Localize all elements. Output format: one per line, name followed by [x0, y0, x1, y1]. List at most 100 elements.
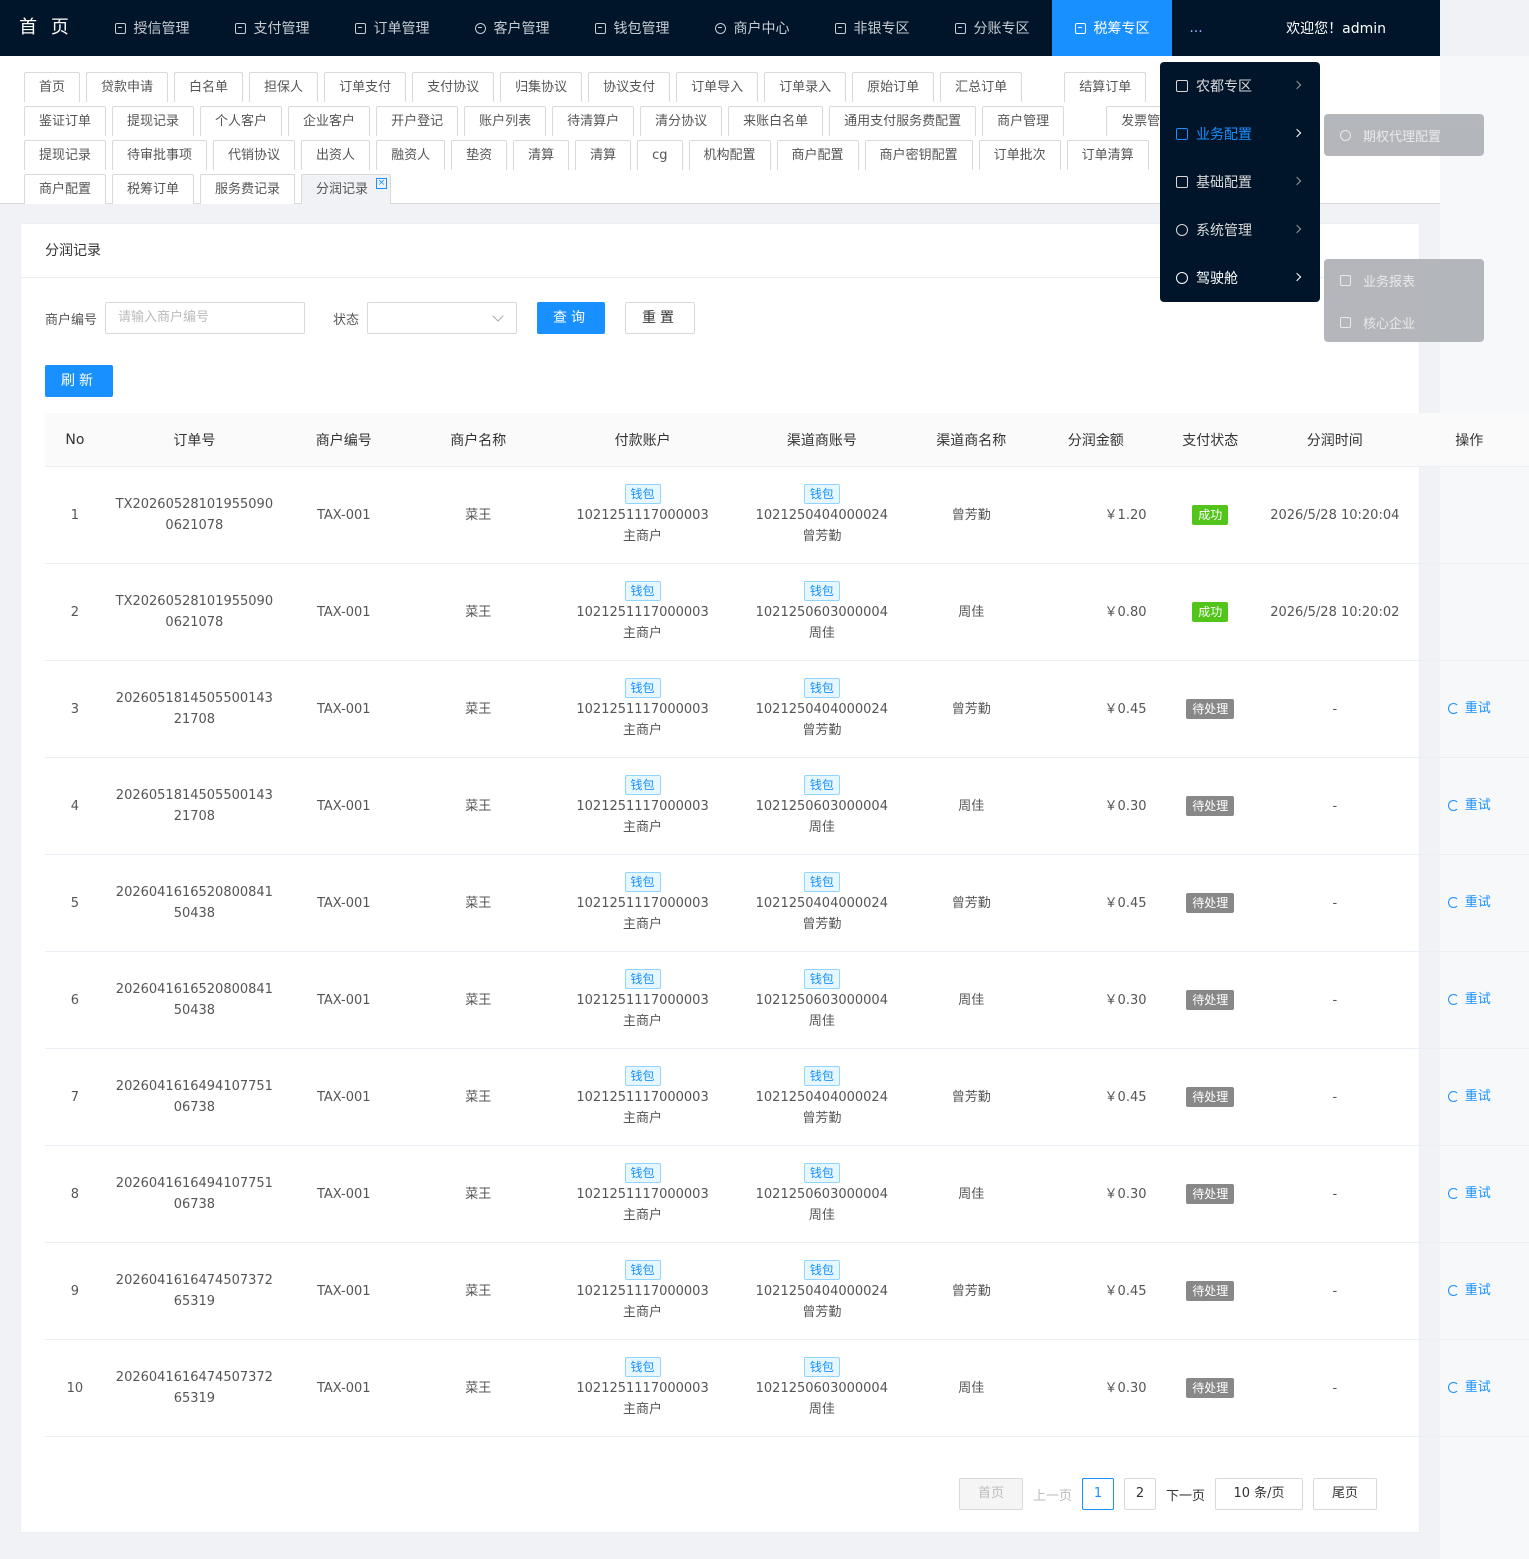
retry-button[interactable]: 重试 — [1447, 1280, 1491, 1301]
tab-item[interactable]: 商户配置 — [776, 140, 859, 170]
nav-item-tax[interactable]: 税筹专区 — [1052, 0, 1172, 56]
next-page-button[interactable]: 下一页 — [1166, 1485, 1205, 1504]
nav-item-merchant[interactable]: 商户中心 — [692, 0, 812, 56]
tab-item[interactable]: 归集协议 — [500, 72, 583, 102]
tab-item[interactable]: 账户列表 — [464, 106, 547, 136]
tab-item[interactable]: 贷款申请 — [86, 72, 169, 102]
tab-item[interactable]: 服务费记录 — [200, 174, 296, 204]
tab-active-profit[interactable]: 分润记录 × — [301, 174, 392, 204]
tab-item[interactable]: 垫资 — [451, 140, 508, 170]
nav-item-wallet[interactable]: 钱包管理 — [572, 0, 692, 56]
dropdown-item-basic-config[interactable]: 基础配置 — [1160, 158, 1320, 206]
th-merchant-no: 商户编号 — [315, 432, 372, 449]
nav-item-split[interactable]: 分账专区 — [932, 0, 1052, 56]
tab-item[interactable]: 开户登记 — [376, 106, 459, 136]
submenu-option-report[interactable]: 业务报表 — [1324, 259, 1484, 301]
merchant-no-input[interactable]: 请输入商户编号 — [105, 302, 306, 334]
tab-item[interactable]: 协议支付 — [588, 72, 671, 102]
building-icon — [1340, 316, 1351, 328]
dropdown-item-cockpit[interactable]: 驾驶舱 — [1160, 254, 1320, 302]
submenu-option-agent-config[interactable]: 期权代理配置 — [1324, 114, 1484, 156]
cell-order: 2026041616474507372 65319 — [105, 1367, 284, 1409]
tab-item[interactable]: 出资人 — [301, 140, 371, 170]
first-page-button[interactable]: 首页 — [959, 1478, 1023, 1510]
tab-item[interactable]: 机构配置 — [688, 140, 771, 170]
cell-channel-name: 曾芳勤 — [951, 1283, 991, 1299]
tab-item[interactable]: 个人客户 — [200, 106, 283, 136]
tab-item[interactable]: 待清算户 — [552, 106, 635, 136]
cell-amount: ￥0.30 — [1104, 1380, 1147, 1396]
tab-item[interactable]: 订单录入 — [764, 72, 847, 102]
tab-item[interactable]: 汇总订单 — [940, 72, 1023, 102]
retry-button[interactable]: 重试 — [1447, 1183, 1491, 1204]
tab-item[interactable]: 订单清算 — [1066, 140, 1149, 170]
pay-account-name: 主商户 — [623, 1207, 663, 1223]
nav-label: 商户中心 — [733, 21, 790, 37]
nav-item-payment[interactable]: 支付管理 — [212, 0, 332, 56]
tab-item[interactable]: 融资人 — [376, 140, 446, 170]
query-button[interactable]: 查询 — [537, 302, 606, 334]
close-icon[interactable]: × — [376, 178, 388, 189]
tab-item[interactable]: 商户管理 — [982, 106, 1065, 136]
tab-item[interactable]: 代销协议 — [213, 140, 296, 170]
nav-more[interactable]: ... — [1172, 0, 1220, 56]
channel-account-no: 1021250404000024 — [755, 1089, 888, 1105]
dropdown-item-system[interactable]: 系统管理 — [1160, 206, 1320, 254]
last-page-button[interactable]: 尾页 — [1313, 1478, 1378, 1510]
tab-item[interactable]: 订单批次 — [978, 140, 1061, 170]
retry-button[interactable]: 重试 — [1447, 1377, 1491, 1398]
retry-button[interactable]: 重试 — [1447, 892, 1491, 913]
nav-item-nonbank[interactable]: 非银专区 — [812, 0, 932, 56]
tab-item[interactable]: 担保人 — [249, 72, 319, 102]
retry-button[interactable]: 重试 — [1447, 698, 1491, 719]
tab-item[interactable]: 订单支付 — [324, 72, 407, 102]
cell-status: 待处理 — [1161, 698, 1261, 720]
status-select[interactable] — [367, 302, 518, 334]
refresh-button[interactable]: 刷新 — [45, 365, 113, 397]
table-row: 7 2026041616494107751 06738 TAX-001 菜王 钱包 1021… — [45, 1049, 1529, 1146]
user-icon — [474, 22, 486, 34]
reset-button[interactable]: 重置 — [625, 302, 696, 334]
cell-order: TX20260528101955090 0621078 — [105, 591, 284, 633]
tab-item[interactable]: 清算 — [513, 140, 570, 170]
tab-item[interactable]: 清算 — [575, 140, 632, 170]
tab-item[interactable]: 订单导入 — [676, 72, 759, 102]
tab-item[interactable]: 通用支付服务费配置 — [829, 106, 977, 136]
tab-item[interactable]: 商户配置 — [24, 174, 107, 204]
nav-item-order[interactable]: 订单管理 — [332, 0, 452, 56]
page-1-button[interactable]: 1 — [1082, 1478, 1115, 1510]
tab-item[interactable]: 税筹订单 — [112, 174, 195, 204]
submenu-option-core-enterprise[interactable]: 核心企业 — [1324, 301, 1484, 343]
page-2-button[interactable]: 2 — [1124, 1478, 1157, 1510]
dropdown-item-nongdu[interactable]: 农都专区 — [1160, 62, 1320, 110]
tab-item[interactable]: 鉴证订单 — [24, 106, 107, 136]
cell-order: 2026051814505500143 21708 — [105, 688, 284, 730]
nav-item-credit[interactable]: 授信管理 — [92, 0, 212, 56]
page-size-select[interactable]: 10 条/页 — [1215, 1478, 1304, 1510]
cell-no: 2 — [70, 604, 80, 620]
cell-time: - — [1332, 1186, 1338, 1202]
retry-button[interactable]: 重试 — [1447, 1086, 1491, 1107]
cell-amount: ￥0.45 — [1104, 895, 1147, 911]
prev-page-button[interactable]: 上一页 — [1033, 1485, 1072, 1504]
tab-item[interactable]: 提现记录 — [112, 106, 195, 136]
tab-item[interactable]: 商户密钥配置 — [864, 140, 973, 170]
tab-item[interactable]: 清分协议 — [640, 106, 723, 136]
wallet-tag: 钱包 — [624, 871, 661, 892]
nav-item-customer[interactable]: 客户管理 — [452, 0, 572, 56]
retry-button[interactable]: 重试 — [1447, 989, 1491, 1010]
tab-item[interactable]: cg — [637, 140, 683, 170]
tab-item[interactable]: 首页 — [24, 72, 81, 102]
dropdown-item-business-config[interactable]: 业务配置 — [1160, 110, 1320, 158]
retry-button[interactable]: 重试 — [1447, 795, 1491, 816]
tab-item[interactable]: 原始订单 — [852, 72, 935, 102]
tab-item[interactable]: 企业客户 — [288, 106, 371, 136]
wallet-tag: 钱包 — [803, 677, 840, 698]
tab-item[interactable]: 来账白名单 — [728, 106, 824, 136]
tab-item[interactable]: 支付协议 — [412, 72, 495, 102]
tab-item[interactable]: 结算订单 — [1064, 72, 1147, 102]
nav-home[interactable]: 首 页 — [0, 0, 92, 56]
tab-item[interactable]: 白名单 — [174, 72, 244, 102]
tab-item[interactable]: 提现记录 — [24, 140, 107, 170]
tab-item[interactable]: 待审批事项 — [112, 140, 208, 170]
